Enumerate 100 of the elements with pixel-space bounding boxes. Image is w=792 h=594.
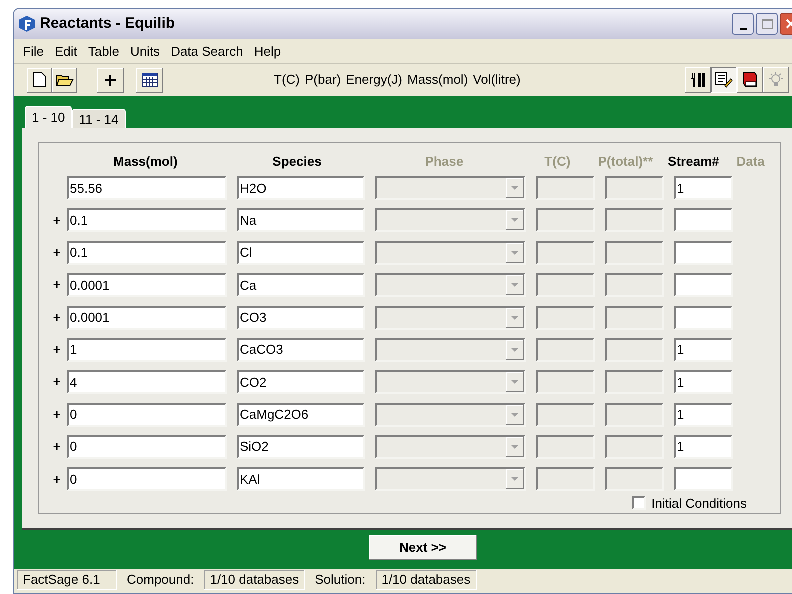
maximize-button[interactable] <box>756 13 778 35</box>
species-field[interactable]: SiO2 <box>237 434 365 459</box>
pressure-field[interactable] <box>605 240 664 265</box>
phase-dropdown[interactable] <box>375 176 526 200</box>
stream-field[interactable]: 1 <box>674 370 733 394</box>
menu-item[interactable]: Edit <box>50 42 82 62</box>
phase-dropdown[interactable] <box>375 338 526 362</box>
menu-item[interactable]: Units <box>125 42 166 62</box>
tab[interactable]: 1 - 10 <box>25 106 72 128</box>
menu-item[interactable]: Data Search <box>166 42 248 62</box>
status-panel: 1/10 databases <box>204 570 306 590</box>
temperature-field[interactable] <box>536 370 595 394</box>
temperature-field[interactable] <box>536 434 595 459</box>
species-field[interactable]: Cl <box>237 240 365 265</box>
species-field[interactable]: CaCO3 <box>237 338 365 362</box>
initial-conditions-checkbox[interactable] <box>632 496 646 510</box>
temperature-field[interactable] <box>536 208 595 232</box>
plus-sign: + <box>53 470 61 489</box>
mass-field[interactable]: 0 <box>67 467 227 492</box>
mass-field[interactable]: 0.0001 <box>67 273 227 298</box>
status-label: Compound: <box>126 571 196 590</box>
species-field[interactable]: Ca <box>237 273 365 298</box>
pressure-field[interactable] <box>605 208 664 232</box>
column-header: Stream# <box>667 153 720 172</box>
pressure-field[interactable] <box>605 434 664 459</box>
stream-field[interactable] <box>674 240 733 265</box>
menu-item[interactable]: Help <box>249 42 286 62</box>
column-header: Phase <box>424 153 465 172</box>
plus-sign: + <box>53 212 61 230</box>
temperature-field[interactable] <box>536 402 595 427</box>
minimize-icon <box>740 28 746 30</box>
phase-dropdown[interactable] <box>375 240 526 265</box>
pressure-field[interactable] <box>605 273 664 298</box>
phase-dropdown[interactable] <box>375 402 526 427</box>
species-field[interactable]: CO3 <box>237 306 365 330</box>
pressure-field[interactable] <box>605 402 664 427</box>
stream-field[interactable]: 1 <box>674 402 733 427</box>
mass-field[interactable]: 0 <box>67 402 227 427</box>
mass-field[interactable]: 0.0001 <box>67 306 227 330</box>
stream-field[interactable] <box>674 273 733 298</box>
plus-sign: + <box>53 406 61 424</box>
add-button[interactable] <box>97 68 124 92</box>
temperature-field[interactable] <box>536 467 595 492</box>
unit-label[interactable]: Energy(J) <box>346 70 402 90</box>
species-field[interactable]: KAl <box>237 467 365 492</box>
minimize-button[interactable] <box>732 13 754 35</box>
pressure-field[interactable] <box>605 306 664 330</box>
pressure-field[interactable] <box>605 176 664 200</box>
temperature-field[interactable] <box>536 240 595 265</box>
mass-field[interactable]: 0 <box>67 434 227 459</box>
temperature-field[interactable] <box>536 273 595 298</box>
status-panel: 1/10 databases <box>376 570 477 590</box>
next-button[interactable]: Next >> <box>369 535 477 560</box>
species-field[interactable]: CaMgC2O6 <box>237 402 365 427</box>
phase-dropdown[interactable] <box>375 370 526 394</box>
new-file-button[interactable] <box>27 68 52 92</box>
menu-item[interactable]: File <box>18 42 49 62</box>
species-field[interactable]: Na <box>237 208 365 232</box>
phase-dropdown[interactable] <box>375 208 526 232</box>
lightbulb-icon <box>767 71 785 89</box>
mass-field[interactable]: 55.56 <box>67 176 227 200</box>
unit-label[interactable]: Mass(mol) <box>407 70 468 90</box>
pressure-field[interactable] <box>605 338 664 362</box>
maximize-icon <box>762 19 772 29</box>
temperature-field[interactable] <box>536 338 595 362</box>
unit-label[interactable]: Vol(litre) <box>473 70 521 90</box>
document-icon <box>32 72 46 88</box>
unit-label[interactable]: P(bar) <box>305 70 342 90</box>
tab[interactable]: 11 - 14 <box>72 109 126 128</box>
species-field[interactable]: H2O <box>237 176 365 200</box>
menu-item[interactable]: Table <box>83 42 124 62</box>
phase-dropdown[interactable] <box>375 273 526 298</box>
stream-field[interactable] <box>674 467 733 492</box>
column-header: Species <box>272 153 323 172</box>
stream-field[interactable] <box>674 208 733 232</box>
phase-dropdown[interactable] <box>375 467 526 492</box>
species-field[interactable]: CO2 <box>237 370 365 394</box>
pressure-field[interactable] <box>605 370 664 394</box>
phase-dropdown[interactable] <box>375 306 526 330</box>
column-header: P(total)** <box>597 153 654 172</box>
unit-label[interactable]: T(C) <box>274 70 300 90</box>
open-button[interactable] <box>52 68 77 92</box>
phase-dropdown[interactable] <box>375 434 526 459</box>
stream-field[interactable]: 1 <box>674 176 733 200</box>
mass-field[interactable]: 0.1 <box>67 208 227 232</box>
column-header: T(C) <box>544 153 572 172</box>
pressure-field[interactable] <box>605 467 664 492</box>
toolbar-button[interactable] <box>711 67 737 93</box>
stream-field[interactable]: 1 <box>674 338 733 362</box>
mass-field[interactable]: 1 <box>67 338 227 362</box>
plus-sign: + <box>53 373 61 392</box>
stream-field[interactable]: 1 <box>674 434 733 459</box>
mass-field[interactable]: 4 <box>67 370 227 394</box>
table-button[interactable] <box>136 68 163 92</box>
plus-sign: + <box>53 244 61 262</box>
temperature-field[interactable] <box>536 306 595 330</box>
mass-field[interactable]: 0.1 <box>67 240 227 265</box>
temperature-field[interactable] <box>536 176 595 200</box>
status-label: Solution: <box>314 571 367 590</box>
stream-field[interactable] <box>674 306 733 330</box>
